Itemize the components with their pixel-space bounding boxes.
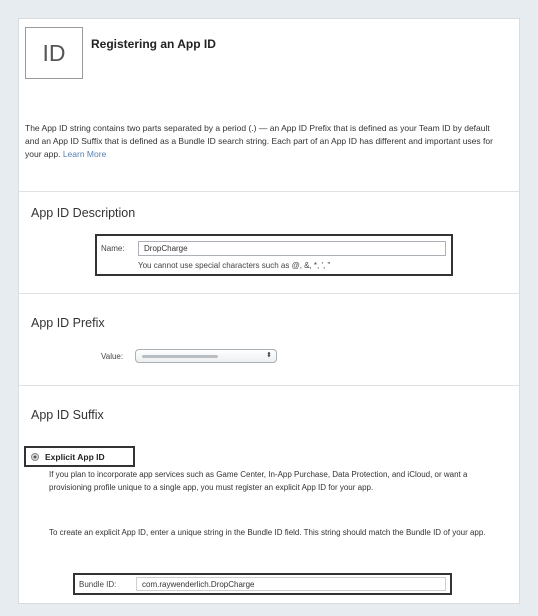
prefix-select-value <box>142 355 218 358</box>
divider <box>19 385 519 386</box>
name-label: Name: <box>101 244 125 253</box>
intro-text: The App ID string contains two parts sep… <box>25 122 495 161</box>
register-app-id-panel: ID Registering an App ID The App ID stri… <box>18 18 520 604</box>
value-label: Value: <box>101 352 124 361</box>
divider <box>19 293 519 294</box>
name-input[interactable]: DropCharge <box>138 241 446 256</box>
page-title: Registering an App ID <box>91 37 216 51</box>
explicit-description: If you plan to incorporate app services … <box>49 470 468 492</box>
section-title-suffix: App ID Suffix <box>31 408 104 422</box>
bundle-instructions: To create an explicit App ID, enter a un… <box>49 528 486 537</box>
explicit-app-id-option[interactable]: Explicit App ID <box>24 446 135 467</box>
id-icon: ID <box>25 27 83 79</box>
name-field-box: Name: DropCharge You cannot use special … <box>95 234 453 276</box>
bundle-id-label: Bundle ID: <box>79 580 117 589</box>
divider <box>19 191 519 192</box>
prefix-select[interactable]: ⬍ <box>135 349 277 363</box>
name-hint: You cannot use special characters such a… <box>138 261 331 270</box>
select-arrows-icon: ⬍ <box>266 352 272 359</box>
radio-selected-icon[interactable] <box>31 452 39 461</box>
section-title-description: App ID Description <box>31 206 136 220</box>
section-title-prefix: App ID Prefix <box>31 316 105 330</box>
bundle-id-input[interactable]: com.raywenderlich.DropCharge <box>136 577 446 591</box>
explicit-app-id-label: Explicit App ID <box>45 451 105 462</box>
bundle-id-field-box: Bundle ID: com.raywenderlich.DropCharge <box>73 573 452 595</box>
learn-more-link[interactable]: Learn More <box>63 149 106 159</box>
